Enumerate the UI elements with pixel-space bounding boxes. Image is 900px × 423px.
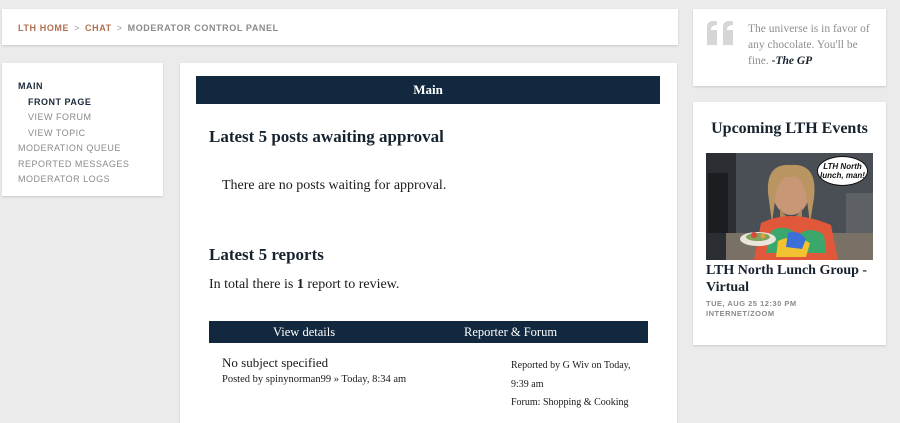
nav-item-moderation-queue[interactable]: MODERATION QUEUE bbox=[18, 141, 129, 157]
quote-author: -The GP bbox=[771, 55, 813, 67]
nav-item-reported-messages[interactable]: REPORTED MESSAGES bbox=[18, 157, 129, 173]
reports-total-suffix: report to review. bbox=[307, 277, 400, 292]
event-meta: TUE, AUG 25 12:30 PM INTERNET/ZOOM bbox=[706, 299, 797, 319]
event-title-link[interactable]: LTH North Lunch Group - Virtual bbox=[706, 262, 876, 296]
event-location: INTERNET/ZOOM bbox=[706, 309, 775, 318]
breadcrumb-current: MODERATOR CONTROL PANEL bbox=[127, 23, 279, 33]
event-speech-bubble: LTH North lunch, man! bbox=[817, 156, 868, 186]
column-reporter-forum: Reporter & Forum bbox=[464, 325, 558, 339]
events-title: Upcoming LTH Events bbox=[711, 120, 868, 137]
quote-text: The universe is in favor of any chocolat… bbox=[748, 21, 880, 69]
posted-by-user-link[interactable]: spinynorman99 bbox=[266, 374, 331, 385]
event-datetime: TUE, AUG 25 12:30 PM bbox=[706, 299, 797, 308]
reports-total-prefix: In total there is bbox=[209, 277, 294, 292]
reports-total-text: In total there is 1 report to review. bbox=[209, 277, 399, 293]
main-panel: Main Latest 5 posts awaiting approval Th… bbox=[180, 63, 677, 423]
breadcrumb-chat-link[interactable]: CHAT bbox=[85, 23, 112, 33]
event-image[interactable]: LTH North lunch, man! bbox=[706, 153, 873, 260]
posted-time: Today, 8:34 am bbox=[341, 374, 407, 385]
nav-item-view-forum[interactable]: VIEW FORUM bbox=[18, 110, 129, 126]
breadcrumb-separator: > bbox=[116, 23, 123, 33]
quote-panel: The universe is in favor of any chocolat… bbox=[693, 9, 886, 86]
breadcrumb-home-link[interactable]: LTH HOME bbox=[18, 23, 69, 33]
report-posted-by: Posted by spinynorman99 » Today, 8:34 am bbox=[222, 374, 406, 385]
nav-item-moderator-logs[interactable]: MODERATOR LOGS bbox=[18, 172, 129, 188]
breadcrumb-panel: LTH HOME > CHAT > MODERATOR CONTROL PANEL bbox=[2, 9, 678, 45]
reported-on: on Today, bbox=[591, 360, 631, 371]
no-posts-message: There are no posts waiting for approval. bbox=[222, 178, 447, 193]
main-title-bar: Main bbox=[196, 76, 660, 104]
upcoming-events-panel: Upcoming LTH Events LTH North lunch, man… bbox=[693, 102, 886, 345]
forum-link[interactable]: Shopping & Cooking bbox=[543, 397, 629, 408]
breadcrumb-separator: > bbox=[74, 23, 80, 33]
nav-item-main[interactable]: MAIN bbox=[18, 79, 129, 95]
reports-count: 1 bbox=[296, 277, 304, 292]
moderator-nav: MAIN FRONT PAGE VIEW FORUM VIEW TOPIC MO… bbox=[18, 79, 129, 188]
posts-awaiting-heading: Latest 5 posts awaiting approval bbox=[209, 127, 444, 146]
reports-table-header: View details Reporter & Forum bbox=[209, 321, 648, 343]
forum-label: Forum: bbox=[511, 397, 541, 408]
report-subject-link[interactable]: No subject specified bbox=[222, 355, 328, 371]
nav-item-view-topic[interactable]: VIEW TOPIC bbox=[18, 126, 129, 142]
latest-reports-heading: Latest 5 reports bbox=[209, 245, 324, 264]
posted-by-prefix: Posted by bbox=[222, 374, 264, 385]
column-view-details: View details bbox=[273, 325, 336, 339]
quote-icon bbox=[707, 21, 733, 45]
reported-by-link[interactable]: Reported by G Wiv bbox=[511, 360, 589, 371]
report-reporter-info: Reported by G Wiv on Today, 9:39 am Foru… bbox=[511, 357, 651, 413]
nav-item-front-page[interactable]: FRONT PAGE bbox=[18, 95, 129, 111]
posted-separator: » bbox=[333, 374, 339, 385]
moderator-nav-panel: MAIN FRONT PAGE VIEW FORUM VIEW TOPIC MO… bbox=[2, 63, 163, 196]
breadcrumb: LTH HOME > CHAT > MODERATOR CONTROL PANEL bbox=[18, 23, 279, 33]
reported-time: 9:39 am bbox=[511, 378, 544, 390]
